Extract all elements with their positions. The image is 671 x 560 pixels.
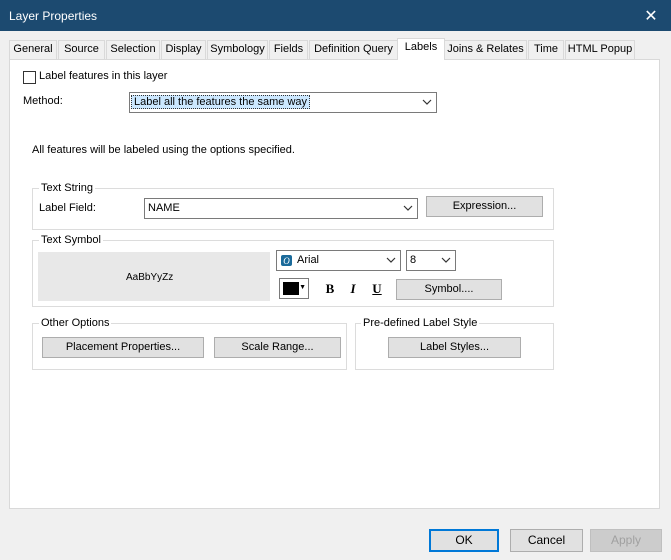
dropdown-arrow-icon: ▼ (299, 284, 306, 291)
window-title: Layer Properties (9, 9, 98, 23)
chevron-down-icon (441, 257, 451, 263)
color-swatch (283, 282, 299, 295)
label-field-dropdown[interactable]: NAME (144, 198, 418, 219)
tab-html-popup[interactable]: HTML Popup (565, 40, 635, 59)
font-dropdown[interactable]: O Arial (276, 250, 401, 271)
preview-text: AaBbYyZz (126, 272, 174, 283)
tab-time[interactable]: Time (528, 40, 564, 59)
tab-joins-relates[interactable]: Joins & Relates (444, 40, 527, 59)
label-field-label: Label Field: (39, 202, 96, 214)
labels-tab-panel: Label features in this layer Method: Lab… (9, 59, 660, 509)
italic-button[interactable]: I (344, 280, 362, 298)
method-label: Method: (23, 95, 63, 107)
tab-definition-query[interactable]: Definition Query (309, 40, 398, 59)
tab-display[interactable]: Display (161, 40, 206, 59)
text-string-legend: Text String (39, 182, 95, 194)
label-features-label: Label features in this layer (39, 70, 168, 82)
chevron-down-icon (403, 205, 413, 211)
title-bar: Layer Properties ✕ (0, 0, 671, 31)
tab-labels[interactable]: Labels (397, 38, 445, 60)
underline-button[interactable]: U (368, 280, 386, 298)
expression-button[interactable]: Expression... (426, 196, 543, 217)
tab-fields[interactable]: Fields (269, 40, 308, 59)
bold-button[interactable]: B (321, 280, 339, 298)
color-picker[interactable]: ▼ (279, 278, 309, 299)
predefined-label-style-legend: Pre-defined Label Style (361, 317, 480, 329)
symbol-button[interactable]: Symbol.... (396, 279, 502, 300)
placement-properties-button[interactable]: Placement Properties... (42, 337, 204, 358)
method-dropdown[interactable]: Label all the features the same way (129, 92, 437, 113)
method-value: Label all the features the same way (131, 95, 311, 109)
chevron-down-icon (422, 99, 432, 105)
apply-button[interactable]: Apply (590, 529, 662, 552)
close-icon[interactable]: ✕ (631, 0, 671, 31)
label-field-value: NAME (148, 202, 180, 214)
cancel-button[interactable]: Cancel (510, 529, 583, 552)
font-size-dropdown[interactable]: 8 (406, 250, 456, 271)
tab-general[interactable]: General (9, 40, 57, 59)
scale-range-button[interactable]: Scale Range... (214, 337, 341, 358)
tab-selection[interactable]: Selection (106, 40, 160, 59)
font-size-value: 8 (410, 254, 417, 266)
tab-source[interactable]: Source (58, 40, 105, 59)
other-options-legend: Other Options (39, 317, 112, 329)
label-features-checkbox[interactable] (23, 71, 36, 84)
dialog-client: General Source Selection Display Symbolo… (1, 31, 670, 559)
opentype-font-icon: O (281, 255, 292, 266)
ok-button[interactable]: OK (429, 529, 499, 552)
svg-text:O: O (283, 256, 290, 266)
tab-symbology[interactable]: Symbology (207, 40, 268, 59)
text-symbol-preview: AaBbYyZz (38, 252, 270, 301)
chevron-down-icon (386, 257, 396, 263)
method-description: All features will be labeled using the o… (32, 144, 295, 156)
font-value: Arial (297, 254, 320, 266)
text-symbol-legend: Text Symbol (39, 234, 103, 246)
label-styles-button[interactable]: Label Styles... (388, 337, 521, 358)
